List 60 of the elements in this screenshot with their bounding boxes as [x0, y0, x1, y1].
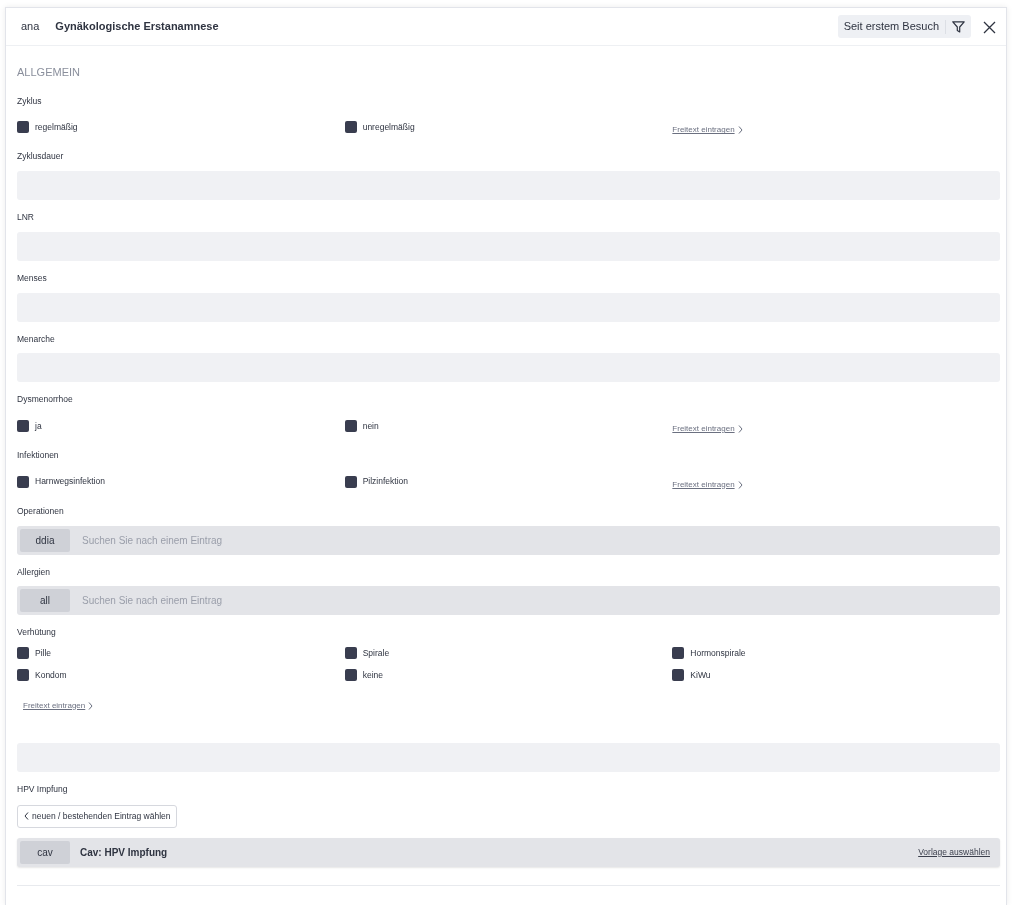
checkbox[interactable]	[344, 475, 357, 488]
option-label: KiWu	[690, 668, 711, 682]
search-input[interactable]: Suchen Sie nach einem Eintrag	[80, 592, 997, 610]
chevron-icon	[88, 701, 94, 710]
option-label: Pille	[35, 647, 52, 660]
option-label: unregelmäßig	[362, 120, 415, 134]
close-icon	[983, 20, 996, 34]
section-title: ALLGEMEIN	[17, 65, 81, 80]
checkbox[interactable]	[672, 647, 685, 660]
option-label: regelmäßig	[35, 120, 78, 134]
checkbox[interactable]	[344, 420, 357, 432]
tag-label: ddia	[20, 528, 70, 552]
field-label: Menarche	[17, 332, 56, 346]
field-label: Verhütung	[17, 626, 57, 639]
option-label: Kondom	[35, 668, 67, 682]
option-label: Spirale	[362, 647, 390, 660]
choose-entry-button[interactable]: neuen / bestehenden Eintrag wählen	[17, 804, 178, 828]
search-field[interactable]: ddia Suchen Sie nach einem Eintrag	[17, 525, 1000, 555]
search-field[interactable]: all Suchen Sie nach einem Eintrag	[17, 586, 1000, 616]
chevron-icon	[737, 480, 743, 489]
option-label: keine	[362, 668, 383, 682]
field-label: Infektionen	[17, 449, 60, 462]
form-code: ana	[21, 19, 40, 35]
filter-icon	[952, 20, 965, 33]
chevron-icon	[737, 425, 743, 433]
option-label: nein	[362, 419, 379, 433]
filter-button[interactable]: Seit erstem Besuch	[837, 15, 971, 38]
entry-title: Cav: HPV Impfung	[80, 845, 169, 860]
field-label: LNR	[17, 211, 35, 224]
field-label: Zyklus	[17, 94, 43, 108]
field-label: Operationen	[17, 504, 65, 518]
chevron-icon	[737, 126, 743, 135]
freetext-link[interactable]: Freitext eintragen	[23, 699, 94, 712]
option-label: Harnwegsinfektion	[35, 475, 105, 489]
checkbox[interactable]	[17, 121, 29, 134]
freetext-link[interactable]: Freitext eintragen	[672, 478, 743, 491]
checkbox[interactable]	[17, 420, 29, 432]
freetext-link[interactable]: Freitext eintragen	[672, 423, 743, 435]
checkbox[interactable]	[344, 121, 357, 134]
checkbox[interactable]	[17, 475, 29, 488]
tag-label: all	[20, 589, 70, 613]
option-label: Pilzinfektion	[362, 475, 408, 489]
field-label: Menses	[17, 271, 48, 285]
chevron-icon	[24, 812, 29, 821]
checkbox[interactable]	[344, 669, 357, 682]
field-label: Dysmenorrhoe	[17, 393, 74, 406]
search-input[interactable]: Suchen Sie nach einem Eintrag	[80, 531, 997, 549]
template-link[interactable]: Vorlage auswählen	[918, 845, 990, 859]
checkbox[interactable]	[672, 669, 685, 682]
freetext-link[interactable]: Freitext eintragen	[672, 124, 743, 137]
checkbox[interactable]	[17, 647, 29, 660]
option-label: ja	[35, 419, 42, 433]
checkbox[interactable]	[344, 647, 357, 660]
checkbox[interactable]	[17, 669, 29, 682]
form-title: Gynäkologische Erstanamnese	[55, 19, 219, 35]
field-label: Allergien	[17, 565, 52, 579]
option-label: Hormonspirale	[690, 647, 746, 660]
tag-label: cav	[20, 840, 70, 864]
field-label: Zyklusdauer	[17, 150, 65, 163]
field-label: HPV Impfung	[17, 782, 69, 796]
